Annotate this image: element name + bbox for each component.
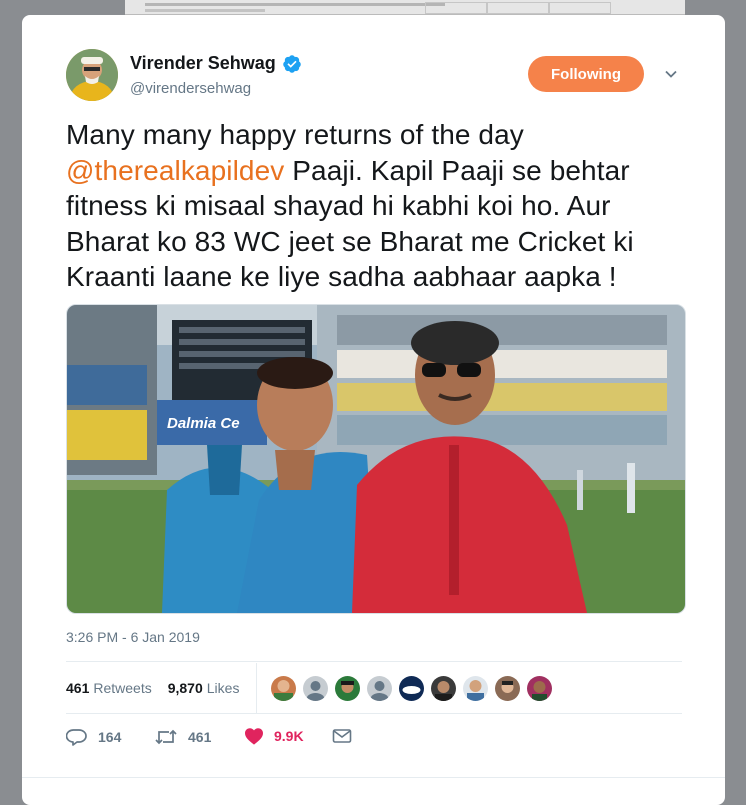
liker-avatars [271,676,552,701]
tweet-timestamp[interactable]: 3:26 PM - 6 Jan 2019 [66,629,200,645]
tweet-card: Virender Sehwag @virendersehwag Followin… [22,15,725,805]
liker-avatar[interactable] [271,676,296,701]
divider [66,713,682,714]
mail-icon [332,729,352,743]
liker-avatar[interactable] [431,676,456,701]
following-button[interactable]: Following [528,56,644,92]
retweets-stat[interactable]: 461 Retweets [66,680,152,696]
retweets-count: 461 [66,680,90,696]
reply-icon [66,729,87,746]
liker-avatar[interactable] [463,676,488,701]
liker-avatar[interactable] [335,676,360,701]
heart-icon [245,728,263,745]
retweets-label: Retweets [93,680,152,696]
direct-message-button[interactable] [332,727,352,745]
divider [22,777,725,778]
background-document-strip [125,0,685,15]
tweet-text-start: Many many happy returns of the day [66,119,524,150]
author-handle[interactable]: @virendersehwag [130,80,251,97]
likes-count: 9,870 [167,680,203,696]
reply-button[interactable]: 164 [66,727,121,747]
author-name-text: Virender Sehwag [130,53,276,73]
tweet-photo[interactable]: Dalmia Ce [66,304,686,614]
retweet-button[interactable]: 461 [154,727,211,747]
background-text-line [145,3,445,6]
retweet-action-count: 461 [188,729,212,745]
author-avatar[interactable] [66,49,118,101]
chevron-down-icon[interactable] [664,67,678,81]
background-text-line [145,9,265,12]
tweet-text: Many many happy returns of the day @ther… [66,117,686,295]
reply-count: 164 [98,729,122,745]
liker-avatar[interactable] [367,676,392,701]
tweet-header: Virender Sehwag @virendersehwag Followin… [22,15,725,115]
background-table-cell [425,2,487,14]
likes-label: Likes [206,680,240,696]
liker-avatar[interactable] [303,676,328,701]
liker-avatar[interactable] [527,676,552,701]
author-name[interactable]: Virender Sehwag [130,53,302,74]
background-table-cell [487,2,549,14]
stats-separator [256,663,257,713]
verified-badge-icon [282,54,301,73]
liker-avatar[interactable] [399,676,424,701]
retweet-icon [155,729,177,745]
like-action-count: 9.9K [274,728,304,744]
mention-link[interactable]: @therealkapildev [66,155,284,186]
stadium-banner-text: Dalmia Ce [167,415,240,432]
divider [66,661,682,662]
like-button[interactable]: 9.9K [244,727,304,745]
liker-avatar[interactable] [495,676,520,701]
likes-stat[interactable]: 9,870 Likes [168,680,240,696]
tweet-stats: 461 Retweets 9,870 Likes [66,676,239,700]
background-table-cell [549,2,611,14]
